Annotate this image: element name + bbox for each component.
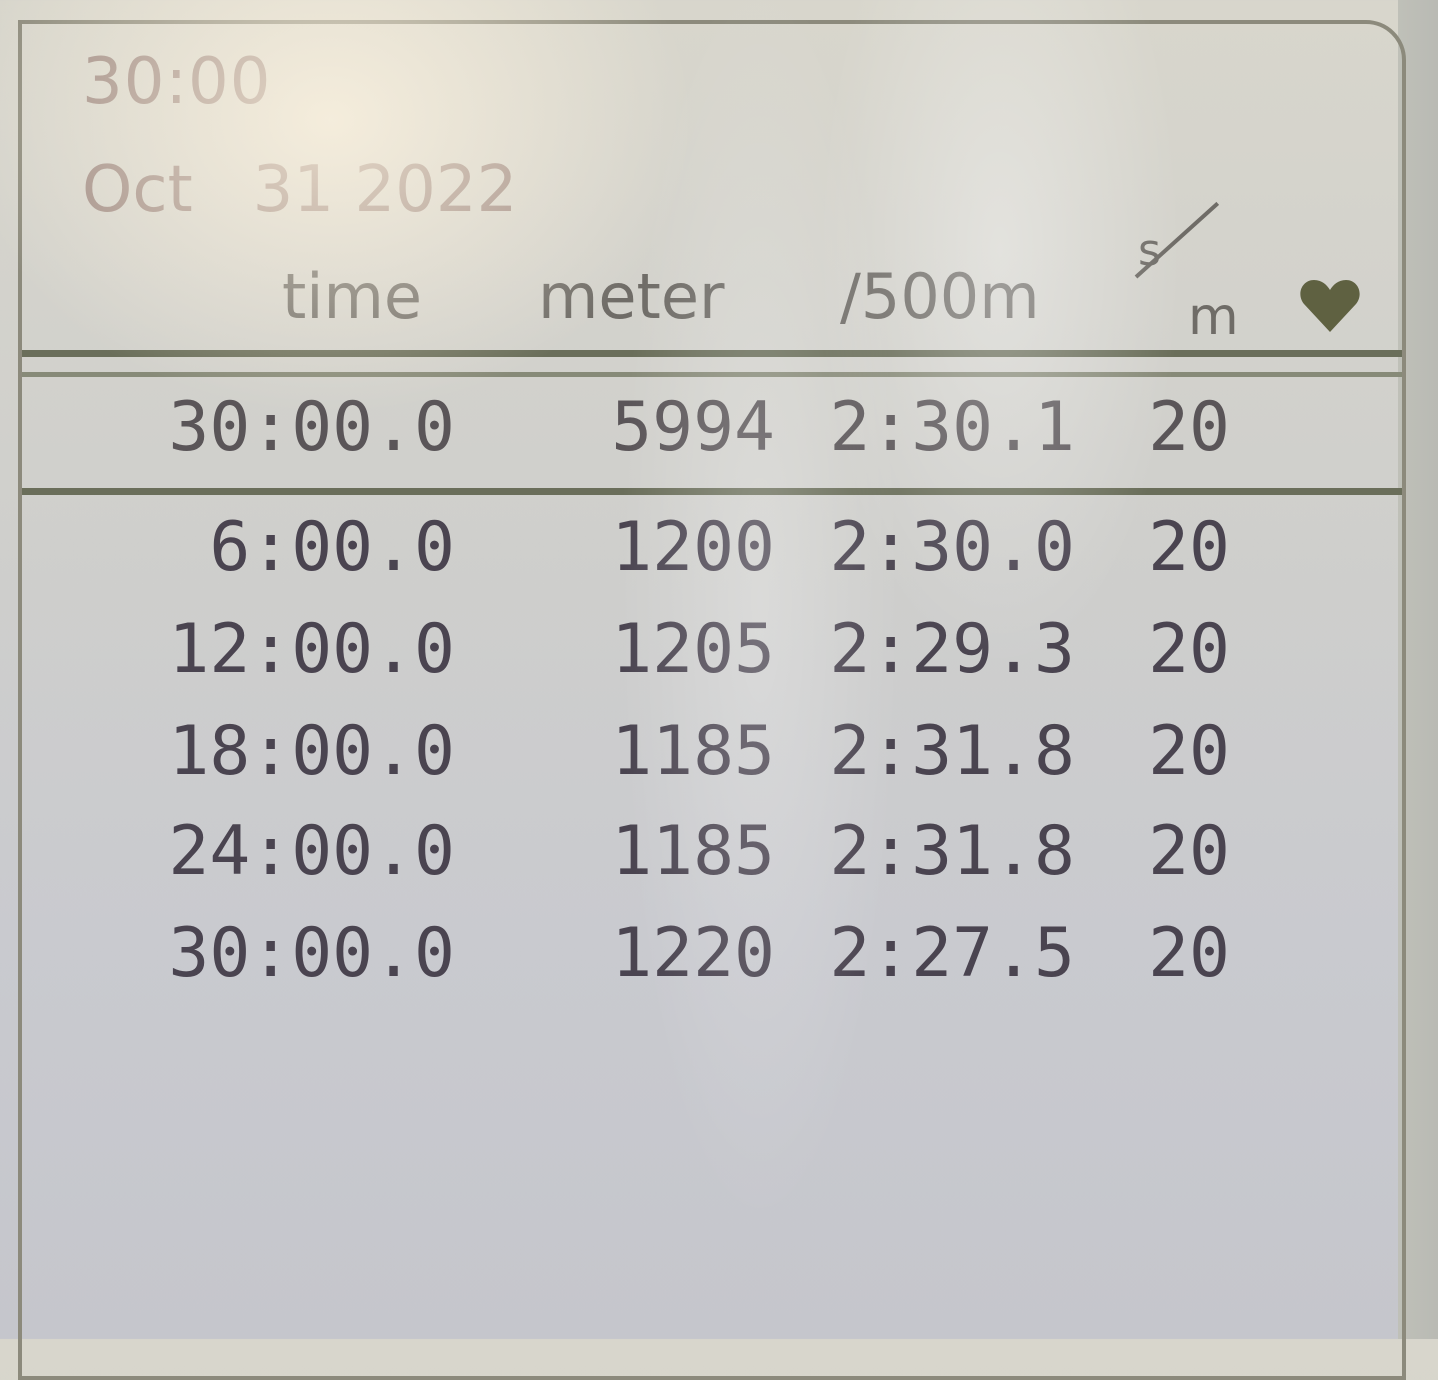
split-stroke-rate: 20 <box>1148 914 1230 993</box>
split-pace: 2:27.5 <box>829 914 1075 993</box>
column-header-stroke-rate: s m <box>1128 201 1239 355</box>
total-pace: 2:30.1 <box>829 388 1075 467</box>
split-time: 12:00.0 <box>168 610 455 689</box>
split-meter: 1220 <box>611 914 775 993</box>
total-row-bottom-divider <box>22 488 1402 495</box>
split-stroke-rate: 20 <box>1148 508 1230 587</box>
workout-date: Oct 31 2022 <box>82 150 517 230</box>
split-pace: 2:30.0 <box>829 508 1075 587</box>
split-time: 24:00.0 <box>168 812 455 891</box>
column-header-pace: /500m <box>840 260 1040 333</box>
split-meter: 1205 <box>611 610 775 689</box>
stroke-rate-denominator: m <box>1188 287 1239 347</box>
workout-date-month: Oct <box>82 153 193 227</box>
split-stroke-rate: 20 <box>1148 712 1230 791</box>
split-pace: 2:31.8 <box>829 712 1075 791</box>
split-meter: 1200 <box>611 508 775 587</box>
split-row: 18:00.0 1185 2:31.8 20 <box>0 702 1438 802</box>
total-stroke-rate: 20 <box>1148 388 1230 467</box>
split-row: 30:00.0 1220 2:27.5 20 <box>0 904 1438 1004</box>
split-meter: 1185 <box>611 812 775 891</box>
heart-icon <box>1300 280 1360 332</box>
header-divider <box>22 350 1402 357</box>
column-header-time: time <box>282 260 423 333</box>
total-row: 30:00.0 5994 2:30.1 20 <box>0 378 1438 478</box>
split-time: 30:00.0 <box>168 914 455 993</box>
split-time: 18:00.0 <box>168 712 455 791</box>
split-row: 24:00.0 1185 2:31.8 20 <box>0 802 1438 902</box>
total-time: 30:00.0 <box>168 388 455 467</box>
workout-date-day-year: 31 2022 <box>252 153 518 227</box>
split-stroke-rate: 20 <box>1148 812 1230 891</box>
workout-summary-header: 30:00 Oct 31 2022 <box>82 42 517 230</box>
split-stroke-rate: 20 <box>1148 610 1230 689</box>
total-meter: 5994 <box>611 388 775 467</box>
split-pace: 2:31.8 <box>829 812 1075 891</box>
column-header-meter: meter <box>538 260 725 333</box>
split-row: 12:00.0 1205 2:29.3 20 <box>0 600 1438 700</box>
split-meter: 1185 <box>611 712 775 791</box>
split-row: 6:00.0 1200 2:30.0 20 <box>0 498 1438 598</box>
split-pace: 2:29.3 <box>829 610 1075 689</box>
split-time: 6:00.0 <box>209 508 455 587</box>
workout-duration: 30:00 <box>82 45 272 119</box>
total-row-top-divider <box>22 372 1402 377</box>
